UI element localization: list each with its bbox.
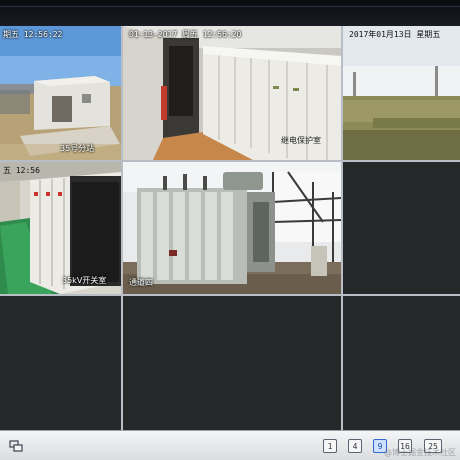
video-cell-8[interactable] <box>123 296 341 432</box>
watermark-text: @博士掘金技术社区 <box>384 448 456 457</box>
camera-timestamp: 五 12:56 <box>3 166 40 175</box>
single-view-icon: 1 <box>327 441 333 451</box>
camera-timestamp: 期五 12:56:22 <box>3 30 63 39</box>
video-cell-9[interactable] <box>343 296 460 432</box>
video-cell-7[interactable] <box>0 296 121 432</box>
video-cell-6[interactable] <box>343 162 460 294</box>
layout-4-button[interactable]: 4 <box>348 439 362 453</box>
video-cell-1[interactable]: 期五 12:56:22 35号分站 <box>0 26 121 160</box>
window-restore-icon[interactable] <box>9 439 23 453</box>
camera-feed-1 <box>0 26 121 160</box>
top-bar-divider <box>0 6 460 7</box>
four-split-icon: 4 <box>352 441 358 451</box>
video-cell-2[interactable]: 01-13-2017 周五 12:56:20 继电保护室 <box>123 26 341 160</box>
camera-name: 35号分站 <box>60 144 95 153</box>
camera-name: 通道四 <box>129 278 153 287</box>
video-surveillance-app: 期五 12:56:22 35号分站 01-13-2017 周五 12:56:20… <box>0 0 460 460</box>
camera-timestamp: 2017年01月13日 星期五 <box>349 30 441 39</box>
video-cell-3[interactable]: 2017年01月13日 星期五 <box>343 26 460 160</box>
nine-split-icon: 9 <box>377 441 383 451</box>
layout-1-button[interactable]: 1 <box>323 439 337 453</box>
video-cell-4[interactable]: 五 12:56 35kV开关室 <box>0 162 121 294</box>
camera-timestamp: 01-13-2017 周五 12:56:20 <box>129 30 242 39</box>
video-grid: 期五 12:56:22 35号分站 01-13-2017 周五 12:56:20… <box>0 26 460 432</box>
bottom-toolbar: 1 4 9 16 25 @博士掘金技术社区 <box>0 430 460 460</box>
camera-name: 继电保护室 <box>281 136 321 145</box>
camera-feed-5 <box>123 162 341 294</box>
video-cell-5[interactable]: 通道四 <box>123 162 341 294</box>
top-bar <box>0 0 460 26</box>
camera-feed-3 <box>343 26 460 160</box>
camera-name: 35kV开关室 <box>62 276 107 285</box>
